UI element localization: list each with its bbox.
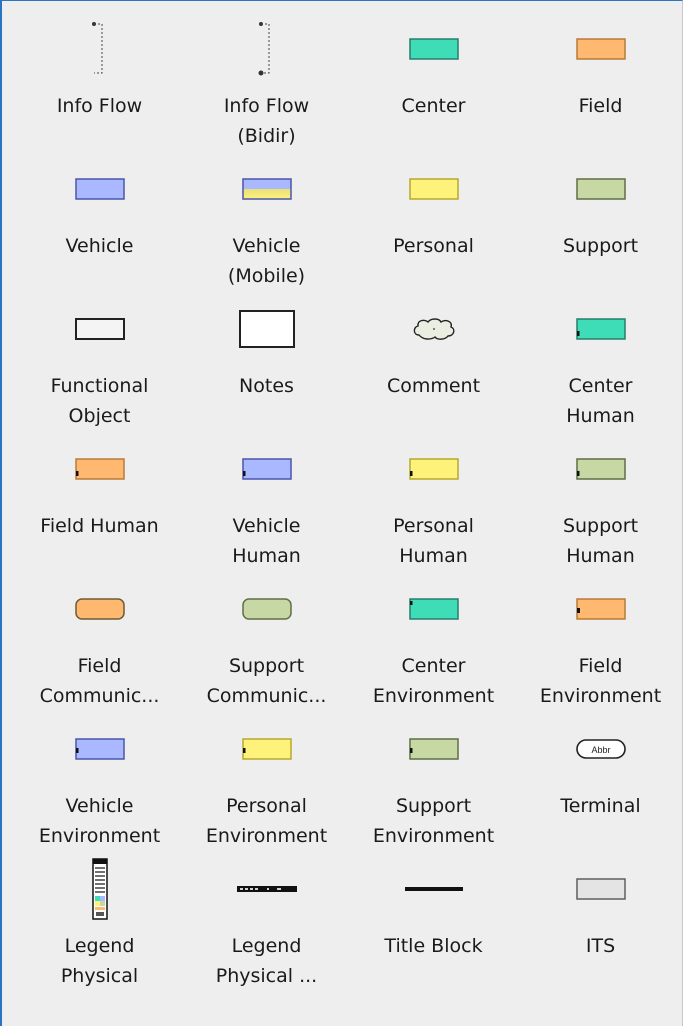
field-icon: [517, 19, 683, 79]
personal-icon: [350, 159, 517, 219]
toolbox-item-vehicle[interactable]: Vehicle: [16, 159, 183, 299]
toolbox-item-center-environment[interactable]: Center Environment: [350, 579, 517, 719]
toolbox-item-field-environment[interactable]: Field Environment: [517, 579, 683, 719]
item-label: Vehicle Environment: [38, 795, 161, 847]
item-label: Center Human: [566, 375, 635, 427]
vehicle-mobile-icon: [183, 159, 350, 219]
item-label: Notes: [239, 375, 294, 397]
toolbox-item-personal[interactable]: Personal: [350, 159, 517, 299]
toolbox-item-personal-environment[interactable]: Personal Environment: [183, 719, 350, 859]
toolbox-item-notes[interactable]: Notes: [183, 299, 350, 439]
toolbox-item-field-communications[interactable]: Field Communic...: [16, 579, 183, 719]
toolbox-item-support-communications[interactable]: Support Communic...: [183, 579, 350, 719]
item-label: Field Environment: [539, 655, 662, 707]
center-icon: [350, 19, 517, 79]
toolbox-item-title-block[interactable]: Title Block: [350, 859, 517, 999]
support-human-icon: [517, 439, 683, 499]
item-label: Vehicle: [65, 235, 134, 257]
toolbox-item-comment[interactable]: Comment: [350, 299, 517, 439]
toolbox-item-legend-physical[interactable]: Legend Physical: [16, 858, 183, 999]
center-environment-icon: [350, 579, 517, 639]
functional-object-icon: [16, 299, 183, 359]
terminal-icon: Abbr: [517, 719, 683, 779]
vehicle-environment-icon: [16, 719, 183, 779]
toolbox-item-support[interactable]: Support: [517, 159, 683, 299]
toolbox-item-info-flow[interactable]: Info Flow: [16, 19, 183, 159]
item-label: ITS: [585, 935, 616, 957]
personal-environment-icon: [183, 719, 350, 779]
item-label: Support Human: [562, 515, 639, 567]
info-flow-bidir-icon: [183, 19, 350, 79]
item-label: Support Communic...: [206, 655, 327, 707]
legend-physical-2-icon: [183, 859, 350, 919]
item-label: Info Flow (Bidir): [223, 95, 310, 147]
support-environment-icon: [350, 719, 517, 779]
toolbox-item-support-environment[interactable]: Support Environment: [350, 719, 517, 859]
toolbox-item-center-human[interactable]: Center Human: [517, 299, 683, 439]
item-label: Center: [401, 95, 466, 117]
support-communications-icon: [183, 579, 350, 639]
comment-icon: [350, 299, 517, 359]
support-icon: [517, 159, 683, 219]
toolbox-grid: Info Flow Info Flow (Bidir) Center Field…: [16, 19, 683, 999]
toolbox-item-vehicle-human[interactable]: Vehicle Human: [183, 439, 350, 579]
toolbox-item-field[interactable]: Field: [517, 19, 683, 159]
toolbox-item-its[interactable]: ITS: [517, 859, 683, 999]
personal-human-icon: [350, 439, 517, 499]
toolbox-item-center[interactable]: Center: [350, 19, 517, 159]
item-label: Vehicle (Mobile): [227, 235, 306, 287]
item-label: Personal Environment: [205, 795, 328, 847]
toolbox-item-personal-human[interactable]: Personal Human: [350, 439, 517, 579]
toolbox-item-functional-object[interactable]: Functional Object: [16, 299, 183, 439]
info-flow-icon: [16, 19, 183, 79]
item-label: Info Flow: [56, 95, 143, 117]
center-human-icon: [517, 299, 683, 359]
vehicle-human-icon: [183, 439, 350, 499]
toolbox-item-vehicle-environment[interactable]: Vehicle Environment: [16, 719, 183, 859]
toolbox-panel: Info Flow Info Flow (Bidir) Center Field…: [0, 0, 683, 1026]
toolbox-item-legend-physical-2[interactable]: Legend Physical ...: [183, 859, 350, 999]
item-label: Personal: [393, 235, 474, 257]
field-environment-icon: [517, 579, 683, 639]
item-label: Functional Object: [50, 375, 149, 427]
item-label: Support Environment: [372, 795, 495, 847]
item-label: Center Environment: [372, 655, 495, 707]
item-label: Support: [562, 235, 639, 257]
item-label: Terminal: [560, 795, 641, 817]
item-label: Legend Physical ...: [215, 935, 318, 987]
vehicle-icon: [16, 159, 183, 219]
item-label: Title Block: [384, 935, 483, 957]
item-label: Personal Human: [393, 515, 474, 567]
item-label: Comment: [386, 375, 481, 397]
item-label: Vehicle Human: [232, 515, 301, 567]
its-icon: [517, 859, 683, 919]
field-human-icon: [16, 439, 183, 499]
item-label: Field Human: [40, 515, 159, 537]
toolbox-item-terminal[interactable]: Abbr Terminal: [517, 719, 683, 859]
toolbox-item-support-human[interactable]: Support Human: [517, 439, 683, 579]
item-label: Legend Physical: [60, 935, 139, 987]
notes-icon: [183, 299, 350, 359]
toolbox-item-info-flow-bidir[interactable]: Info Flow (Bidir): [183, 19, 350, 159]
field-communications-icon: [16, 579, 183, 639]
title-block-icon: [350, 859, 517, 919]
terminal-abbr-text: Abbr: [591, 745, 610, 755]
toolbox-item-field-human[interactable]: Field Human: [16, 439, 183, 579]
toolbox-item-vehicle-mobile[interactable]: Vehicle (Mobile): [183, 159, 350, 299]
legend-physical-icon: [16, 858, 183, 920]
item-label: Field: [578, 95, 623, 117]
item-label: Field Communic...: [39, 655, 160, 707]
